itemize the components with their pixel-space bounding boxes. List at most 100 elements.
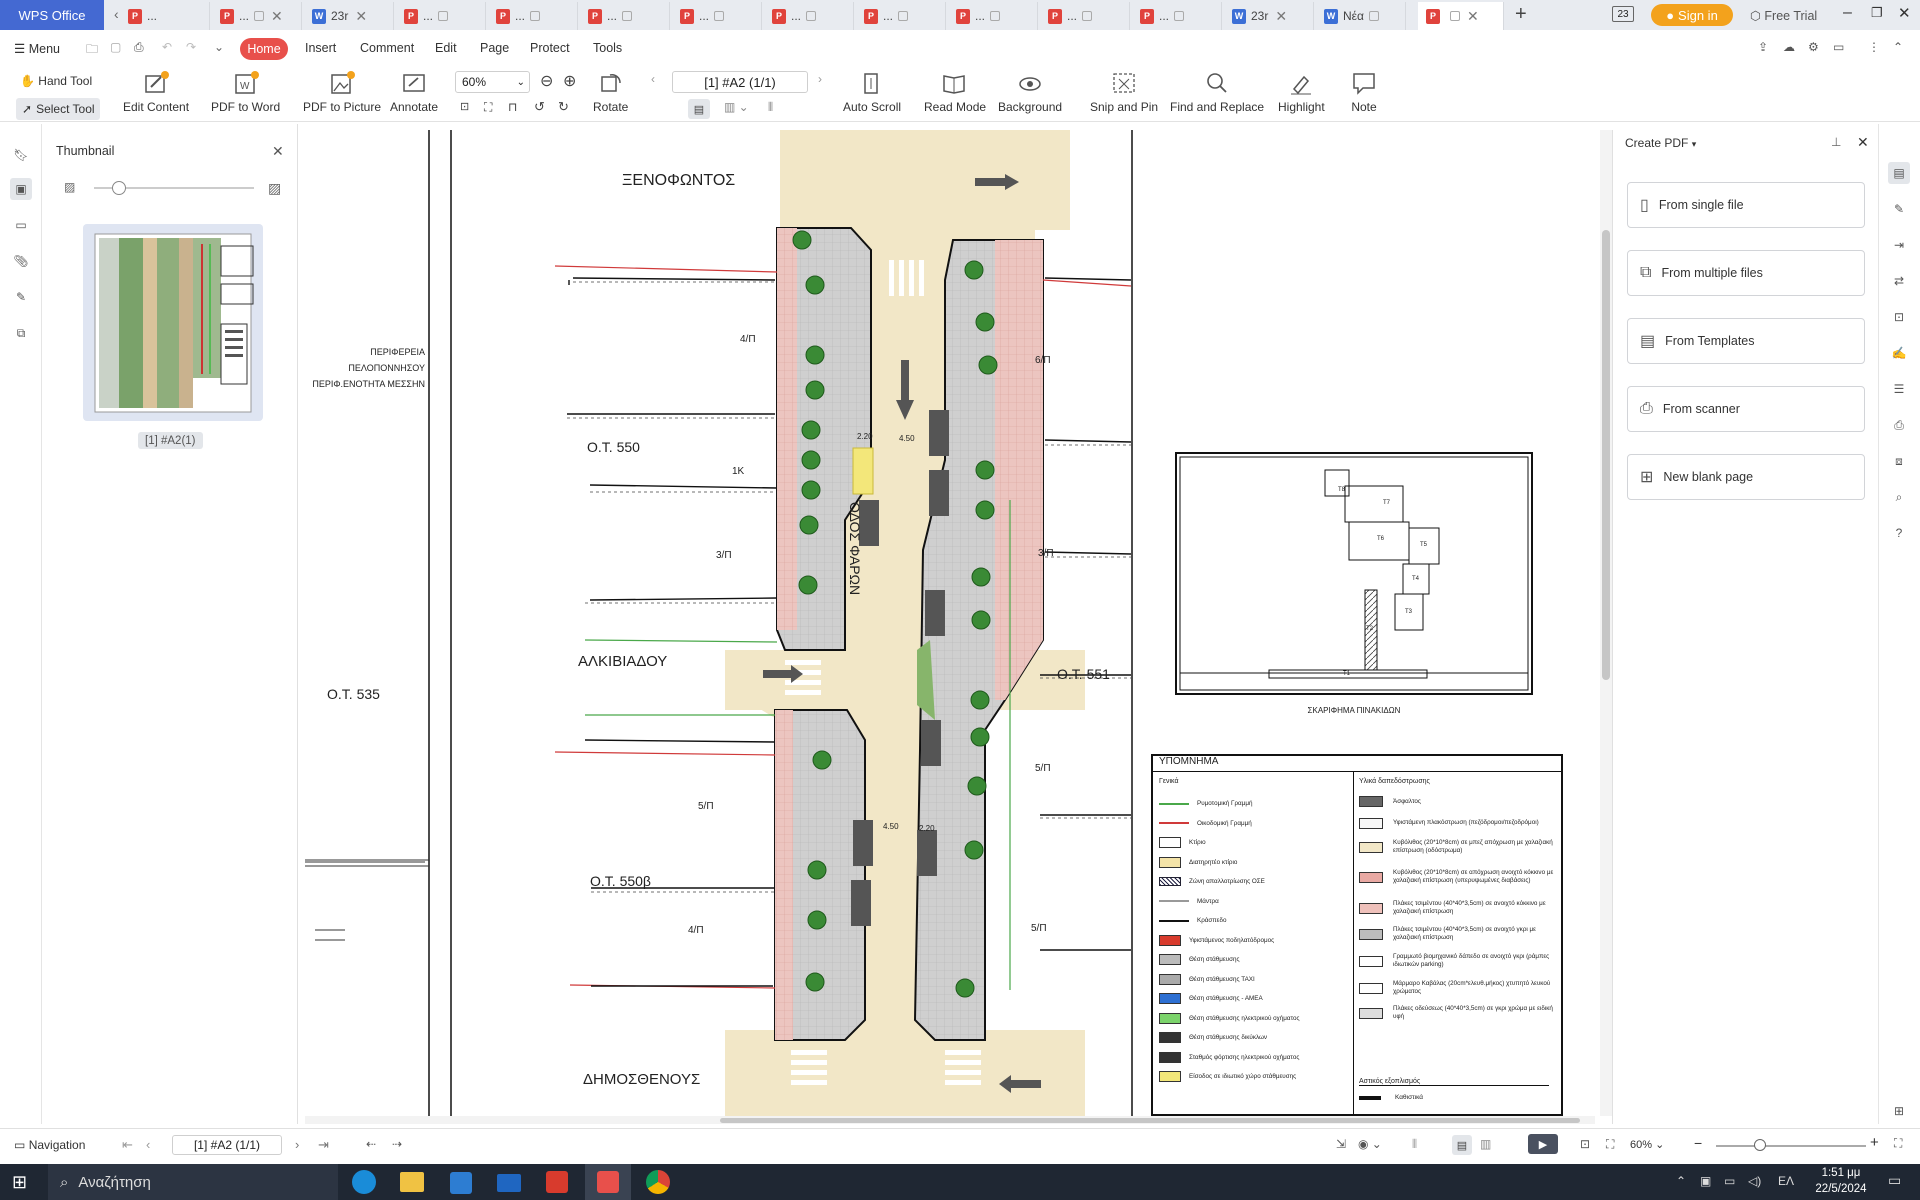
comment-icon[interactable]: ▭ [1833, 40, 1844, 54]
tab-home[interactable]: Home [240, 38, 288, 60]
create-pdf-icon[interactable]: ▤ [1888, 162, 1910, 184]
tray-app-icon[interactable]: ▣ [1700, 1174, 1711, 1188]
settings-icon[interactable]: ⚙ [1808, 40, 1819, 54]
pdf-to-word-button[interactable]: W PDF to Word [211, 70, 280, 114]
document-tab[interactable]: P... [1040, 2, 1130, 30]
pin-icon[interactable]: ⊥ [1831, 135, 1841, 149]
fit-page-icon[interactable]: ⛶ [484, 100, 492, 115]
close-tab-icon[interactable]: ✕ [1275, 8, 1287, 25]
new-tab-button[interactable]: + [1515, 3, 1527, 26]
zoom-in-icon[interactable]: ⊕ [563, 71, 576, 91]
find-replace-button[interactable]: Find and Replace [1170, 70, 1264, 114]
first-page-icon[interactable]: ⇤ [122, 1137, 133, 1153]
single-page-icon[interactable]: ▤ [688, 99, 710, 119]
dual-page-icon[interactable]: ▥ ⌄ [724, 100, 749, 114]
split-icon[interactable]: ⫴ [1412, 1137, 1417, 1152]
rotate-button[interactable]: Rotate [593, 70, 628, 114]
apps-icon[interactable]: ⊞ [1888, 1100, 1910, 1122]
fullscreen-icon[interactable]: ⛶ [1894, 1136, 1902, 1151]
comment-icon[interactable]: ▭ [10, 214, 32, 236]
slider-handle[interactable] [112, 181, 126, 195]
tab-protect[interactable]: Protect [530, 41, 570, 55]
network-icon[interactable]: ▭ [1724, 1174, 1735, 1188]
document-tab[interactable]: P... [856, 2, 946, 30]
tab-count-icon[interactable]: 23 [1612, 6, 1634, 22]
actual-size-icon[interactable]: ⊡ [1580, 1137, 1590, 1151]
status-zoom[interactable]: 60% ⌄ [1630, 1138, 1664, 1151]
new-blank-page-button[interactable]: ⊞ New blank page [1627, 454, 1865, 500]
search-icon[interactable]: ⌕ [1888, 486, 1910, 508]
document-tab[interactable]: P... [672, 2, 762, 30]
fit-page-icon[interactable]: ⛶ [1606, 1137, 1614, 1152]
prev-page-icon[interactable]: ‹ [651, 72, 655, 86]
highlight-button[interactable]: Highlight [1278, 70, 1325, 114]
prev-page-icon[interactable]: ‹ [146, 1137, 150, 1152]
tab-edit[interactable]: Edit [435, 41, 457, 55]
document-tab[interactable]: P... [488, 2, 578, 30]
volume-icon[interactable]: ◁) [1748, 1174, 1761, 1188]
from-single-file-button[interactable]: ▯ From single file [1627, 182, 1865, 228]
snip-and-pin-button[interactable]: Snip and Pin [1090, 70, 1158, 114]
sign-in-button[interactable]: ● Sign in [1651, 4, 1733, 26]
document-tab[interactable]: W 23r ✕ [304, 2, 394, 30]
edit-content-button[interactable]: Edit Content [123, 70, 189, 114]
document-tab[interactable]: W Νέα [1316, 2, 1406, 30]
page-number-input[interactable]: [1] #A2 (1/1) [672, 71, 808, 93]
horizontal-scroll-thumb[interactable] [720, 1118, 1580, 1123]
from-multiple-files-button[interactable]: ⧉ From multiple files [1627, 250, 1865, 296]
restore-button[interactable]: ❐ [1871, 5, 1883, 21]
minimize-button[interactable]: – [1843, 4, 1852, 22]
dual-page-icon[interactable]: ▥ [1480, 1137, 1491, 1151]
windows-start-icon[interactable]: ⊞ [12, 1172, 27, 1193]
chevron-down-icon[interactable]: ⌄ [214, 40, 224, 54]
save-icon[interactable]: ▢ [110, 40, 121, 54]
zoom-slider[interactable] [1716, 1145, 1866, 1147]
convert-icon[interactable]: ⇄ [1888, 270, 1910, 292]
tab-scroll-left[interactable]: ‹ [114, 6, 119, 22]
thumbnail-icon[interactable]: ▣ [10, 178, 32, 200]
upload-icon[interactable]: ☁ [1783, 40, 1795, 54]
tab-comment[interactable]: Comment [360, 41, 414, 55]
thumbnail-card[interactable] [83, 224, 263, 421]
active-document-tab[interactable]: P ✕ [1418, 2, 1504, 30]
document-tab[interactable]: P... [120, 2, 210, 30]
close-tab-icon[interactable]: ✕ [355, 8, 367, 25]
chrome-icon[interactable] [646, 1170, 670, 1194]
undo-icon[interactable]: ↶ [162, 40, 172, 54]
clock[interactable]: 1:51 μμ 22/5/2024 [1808, 1165, 1874, 1197]
compress-icon[interactable]: ⧈ [1888, 450, 1910, 472]
document-tab[interactable]: P... [1132, 2, 1222, 30]
document-tab[interactable]: P... [764, 2, 854, 30]
zoom-in-icon[interactable]: + [1870, 1134, 1879, 1151]
status-page-input[interactable]: [1] #A2 (1/1) [172, 1135, 282, 1155]
play-slideshow-icon[interactable]: ▶ [1528, 1134, 1558, 1154]
attachment-icon[interactable]: 📎︎ [10, 250, 32, 272]
navigation-button[interactable]: ▭ Navigation [14, 1138, 85, 1152]
create-pdf-title[interactable]: Create PDF ▾ [1625, 136, 1696, 150]
mail-icon[interactable] [497, 1174, 521, 1192]
forward-icon[interactable]: ⇢ [392, 1137, 402, 1151]
tab-page[interactable]: Page [480, 41, 509, 55]
print-icon[interactable]: ⎙ [1888, 414, 1910, 436]
auto-scroll-button[interactable]: Auto Scroll [843, 70, 901, 114]
document-tab[interactable]: P... [396, 2, 486, 30]
small-image-icon[interactable]: ▨ [64, 180, 75, 194]
next-page-icon[interactable]: › [818, 72, 822, 86]
rotate-left-icon[interactable]: ↺ [534, 99, 545, 115]
tab-insert[interactable]: Insert [305, 41, 336, 55]
close-panel-icon[interactable]: ✕ [1857, 134, 1869, 151]
collapse-ribbon-icon[interactable]: ⌃ [1893, 40, 1903, 54]
annotate-button[interactable]: Annotate [390, 70, 438, 114]
export-icon[interactable]: ⇲ [1336, 1137, 1346, 1151]
document-tab[interactable]: P... [580, 2, 670, 30]
compare-icon[interactable]: ☰ [1888, 378, 1910, 400]
last-page-icon[interactable]: ⇥ [318, 1137, 329, 1153]
continuous-icon[interactable]: ⫴ [768, 100, 773, 115]
close-window-button[interactable]: ✕ [1898, 4, 1911, 22]
document-tab[interactable]: W 23r ✕ [1224, 2, 1314, 30]
from-templates-button[interactable]: ▤ From Templates [1627, 318, 1865, 364]
layers-icon[interactable]: ⧉ [10, 322, 32, 344]
large-image-icon[interactable]: ▨ [268, 180, 281, 197]
document-tab[interactable]: P... ✕ [212, 2, 302, 30]
vertical-scroll-thumb[interactable] [1602, 230, 1610, 680]
